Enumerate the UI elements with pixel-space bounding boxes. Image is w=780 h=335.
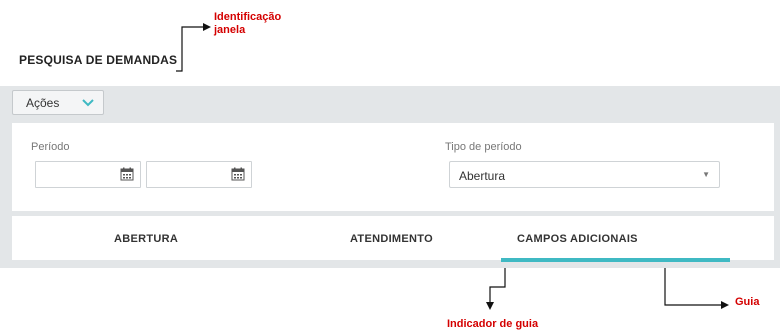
actions-label: Ações (26, 96, 60, 110)
page-title: PESQUISA DE DEMANDAS (19, 53, 178, 67)
annotation-tab: Guia (735, 296, 760, 308)
tab-campos-adicionais[interactable]: CAMPOS ADICIONAIS (517, 233, 638, 245)
calendar-icon[interactable] (231, 167, 245, 186)
actions-dropdown-button[interactable]: Ações (12, 90, 104, 115)
period-type-label: Tipo de período (445, 141, 522, 153)
date-end-input[interactable] (146, 161, 252, 188)
period-type-value: Abertura (459, 169, 506, 183)
annotation-tab-indicator: Indicador de guia (447, 318, 539, 330)
caret-down-icon: ▼ (702, 170, 710, 179)
date-start-input[interactable] (35, 161, 141, 188)
active-tab-indicator (501, 258, 730, 262)
annotation-window-id: Identificação janela (214, 11, 282, 36)
chevron-down-icon (81, 95, 95, 112)
calendar-icon[interactable] (120, 167, 134, 186)
tab-atendimento[interactable]: ATENDIMENTO (350, 233, 433, 245)
period-type-select[interactable]: Abertura ▼ (449, 161, 720, 188)
period-label: Período (31, 141, 70, 153)
tab-abertura[interactable]: ABERTURA (114, 233, 178, 245)
